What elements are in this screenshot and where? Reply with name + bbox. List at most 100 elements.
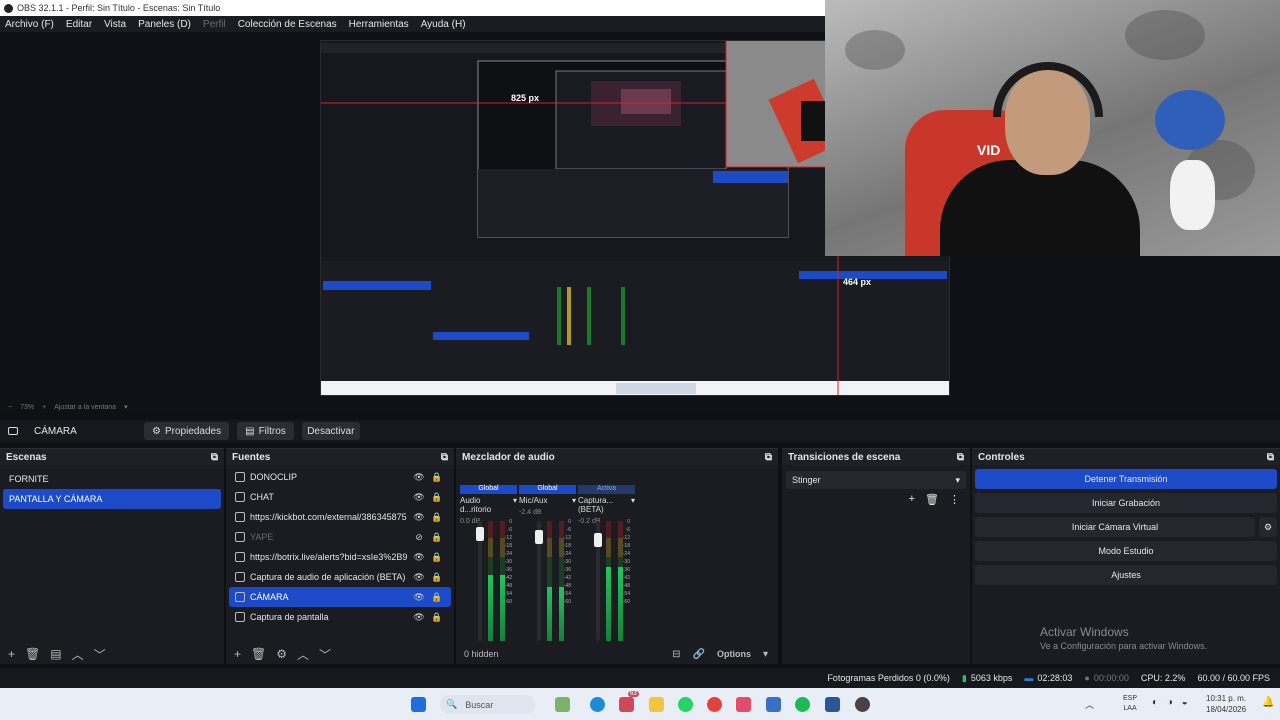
virtual-camera-settings-button[interactable]: ⚙ xyxy=(1259,517,1277,537)
clock[interactable]: 10:31 p. m. 18/04/2026 xyxy=(1206,693,1246,715)
widgets-icon[interactable] xyxy=(555,697,570,712)
monitor-icon xyxy=(235,612,245,622)
word-icon[interactable] xyxy=(825,697,840,712)
chevron-down-icon[interactable]: ▾ xyxy=(124,403,128,411)
source-item[interactable]: https://kickbot.com/external/386345875 👁 🔒 xyxy=(229,507,451,527)
volume-fader-handle[interactable] xyxy=(476,527,484,541)
gear-icon[interactable]: ⚙ xyxy=(276,647,287,661)
source-item[interactable]: Captura de audio de aplicación (BETA) 👁 🔒 xyxy=(229,567,451,587)
obs-taskbar-icon[interactable] xyxy=(619,697,634,712)
menu-coleccion-escenas[interactable]: Colección de Escenas xyxy=(238,19,337,30)
menu-archivo[interactable]: Archivo (F) xyxy=(5,19,54,30)
add-icon[interactable]: + xyxy=(909,493,915,506)
taskbar-search[interactable]: 🔍 Buscar xyxy=(440,695,535,714)
webcam-source[interactable]: VID xyxy=(825,0,1280,256)
chrome-icon[interactable] xyxy=(707,697,722,712)
zoom-in-button[interactable]: + xyxy=(42,404,46,411)
undock-icon[interactable]: ⧉ xyxy=(1267,452,1274,463)
trash-icon[interactable]: 🗑 xyxy=(25,647,40,661)
menu-herramientas[interactable]: Herramientas xyxy=(349,19,409,30)
undock-icon[interactable]: ⧉ xyxy=(441,452,448,463)
transition-select[interactable]: Stinger ▾ xyxy=(786,471,966,489)
layout-icon[interactable]: ⊟ xyxy=(672,649,680,660)
properties-button[interactable]: ⚙ Propiedades xyxy=(144,422,230,440)
chevron-down-icon[interactable]: ▾ xyxy=(513,496,517,514)
zoom-out-button[interactable]: − xyxy=(8,404,12,411)
menu-perfil[interactable]: Perfil xyxy=(203,19,226,30)
chevron-down-icon[interactable]: ▾ xyxy=(763,649,768,660)
undock-icon[interactable]: ⧉ xyxy=(211,452,218,463)
source-item[interactable]: DONOCLIP 👁 🔒 xyxy=(229,467,451,487)
calculator-icon[interactable] xyxy=(766,697,781,712)
options-button[interactable]: Options xyxy=(717,649,751,659)
lock-icon[interactable]: 🔒 xyxy=(431,532,443,543)
eye-icon[interactable]: 👁 xyxy=(413,552,425,563)
start-recording-button[interactable]: Iniciar Grabación xyxy=(975,493,1277,513)
add-icon[interactable]: + xyxy=(8,647,15,661)
stop-stream-button[interactable]: Detener Transmisión xyxy=(975,469,1277,489)
move-up-icon[interactable]: ︿ xyxy=(72,646,84,663)
menu-paneles[interactable]: Paneles (D) xyxy=(138,19,191,30)
trash-icon[interactable]: 🗑 xyxy=(251,647,266,661)
whatsapp-icon[interactable] xyxy=(678,697,693,712)
notification-icon[interactable]: 🔔 xyxy=(1262,697,1274,708)
eye-icon[interactable]: 👁 xyxy=(413,572,425,583)
settings-button[interactable]: Ajustes xyxy=(975,565,1277,585)
studio-mode-button[interactable]: Modo Estudio xyxy=(975,541,1277,561)
lock-icon[interactable]: 🔒 xyxy=(431,512,443,523)
filters-button[interactable]: ▤ Filtros xyxy=(237,422,294,440)
windows-start-icon[interactable] xyxy=(411,697,426,712)
source-item[interactable]: YAPE ⊘ 🔒 xyxy=(229,527,451,547)
link-icon[interactable]: 🔗 xyxy=(693,649,705,660)
eye-icon[interactable]: 👁 xyxy=(413,592,425,603)
menu-editar[interactable]: Editar xyxy=(66,19,92,30)
chevron-down-icon[interactable]: ▾ xyxy=(631,496,635,514)
eye-icon[interactable]: 👁 xyxy=(413,512,425,523)
add-icon[interactable]: + xyxy=(234,647,241,661)
move-down-icon[interactable]: ﹀ xyxy=(94,646,106,663)
volume-fader-handle[interactable] xyxy=(535,530,543,544)
move-up-icon[interactable]: ︿ xyxy=(297,646,309,663)
text-app-icon[interactable] xyxy=(736,697,751,712)
lock-icon[interactable]: 🔒 xyxy=(431,572,443,583)
more-vertical-icon[interactable]: ⋮ xyxy=(949,493,960,506)
move-down-icon[interactable]: ﹀ xyxy=(319,646,331,663)
source-item[interactable]: CÁMARA 👁 🔒 xyxy=(229,587,451,607)
lock-icon[interactable]: 🔒 xyxy=(431,592,443,603)
source-item[interactable]: Captura de pantalla 👁 🔒 xyxy=(229,607,451,627)
volume-fader-handle[interactable] xyxy=(594,533,602,547)
language-indicator[interactable]: ESP LAA xyxy=(1123,694,1137,714)
source-item[interactable]: CHAT 👁 🔒 xyxy=(229,487,451,507)
lock-icon[interactable]: 🔒 xyxy=(431,492,443,503)
eye-icon[interactable]: 👁 xyxy=(413,492,425,503)
filter-icon[interactable]: ▤ xyxy=(50,647,61,661)
scene-item-pantalla-y-camara[interactable]: PANTALLA Y CÁMARA xyxy=(3,489,221,509)
file-explorer-icon[interactable] xyxy=(649,697,664,712)
chevron-down-icon[interactable]: ▾ xyxy=(572,496,576,505)
trash-icon[interactable]: 🗑 xyxy=(925,493,939,506)
menu-vista[interactable]: Vista xyxy=(104,19,126,30)
eye-icon[interactable]: 👁 xyxy=(413,472,425,483)
chevron-up-icon[interactable]: ︿ xyxy=(1085,698,1094,711)
start-virtual-camera-button[interactable]: Iniciar Cámara Virtual xyxy=(975,517,1255,537)
lock-icon[interactable]: 🔒 xyxy=(431,612,443,623)
deactivate-button[interactable]: Desactivar xyxy=(301,422,360,440)
recording-app-icon[interactable] xyxy=(855,697,870,712)
eye-off-icon[interactable]: ⊘ xyxy=(413,532,425,543)
spotify-icon[interactable] xyxy=(795,697,810,712)
notification-badge: 63 xyxy=(628,691,639,697)
scene-item-fornite[interactable]: FORNITE xyxy=(3,469,221,489)
source-item[interactable]: https://botrix.live/alerts?bid=xsIe3%2B9… xyxy=(229,547,451,567)
keyboard-layout: LAA xyxy=(1123,705,1137,712)
zoom-level: 73% xyxy=(20,403,35,411)
undock-icon[interactable]: ⧉ xyxy=(765,452,772,463)
system-tray-icons[interactable]: ◐ ◑ ◒ xyxy=(1152,697,1191,708)
edge-icon[interactable] xyxy=(590,697,605,712)
menu-ayuda[interactable]: Ayuda (H) xyxy=(421,19,466,30)
undock-icon[interactable]: ⧉ xyxy=(957,452,964,463)
balloon xyxy=(1155,90,1225,150)
eye-icon[interactable]: 👁 xyxy=(413,612,425,623)
lock-icon[interactable]: 🔒 xyxy=(431,552,443,563)
lock-icon[interactable]: 🔒 xyxy=(431,472,443,483)
fit-window-label[interactable]: Ajustar a la ventana xyxy=(54,404,116,411)
